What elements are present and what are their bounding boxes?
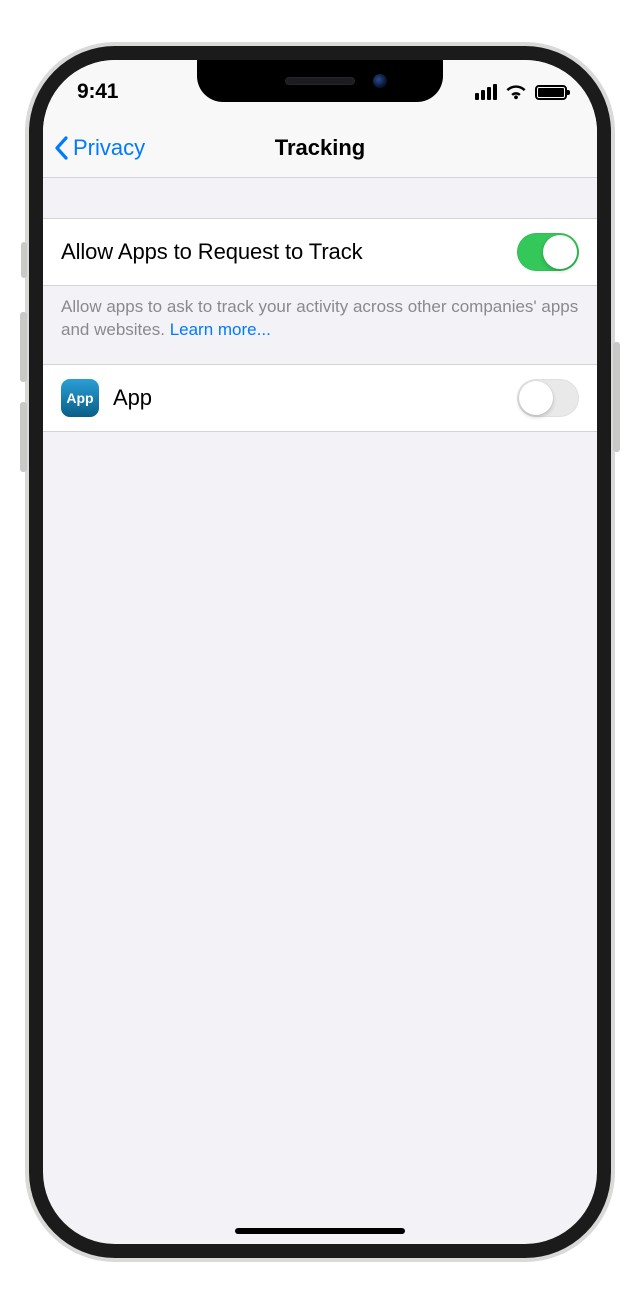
battery-icon (535, 85, 567, 100)
phone-frame: 9:41 Privacy (25, 42, 615, 1262)
allow-tracking-label: Allow Apps to Request to Track (61, 239, 517, 265)
app-name-label: App (113, 385, 517, 411)
app-icon: App (61, 379, 99, 417)
volume-up-button (20, 312, 27, 382)
wifi-icon (505, 84, 527, 100)
notch (197, 60, 443, 102)
front-camera (373, 74, 387, 88)
speaker-grille (285, 77, 355, 85)
app-tracking-switch[interactable] (517, 379, 579, 417)
allow-tracking-row[interactable]: Allow Apps to Request to Track (43, 218, 597, 286)
home-indicator[interactable] (235, 1228, 405, 1234)
power-button (613, 342, 620, 452)
allow-tracking-switch[interactable] (517, 233, 579, 271)
nav-bar: Privacy Tracking (43, 118, 597, 178)
back-button[interactable]: Privacy (53, 118, 145, 177)
chevron-left-icon (53, 136, 69, 160)
screen: 9:41 Privacy (43, 60, 597, 1244)
learn-more-link[interactable]: Learn more... (170, 320, 271, 339)
ringer-switch (21, 242, 27, 278)
cellular-icon (475, 84, 497, 100)
allow-tracking-footer: Allow apps to ask to track your activity… (43, 286, 597, 364)
footer-text: Allow apps to ask to track your activity… (61, 297, 578, 339)
back-label: Privacy (73, 135, 145, 161)
app-row[interactable]: App App (43, 364, 597, 432)
status-time: 9:41 (77, 74, 118, 104)
volume-down-button (20, 402, 27, 472)
